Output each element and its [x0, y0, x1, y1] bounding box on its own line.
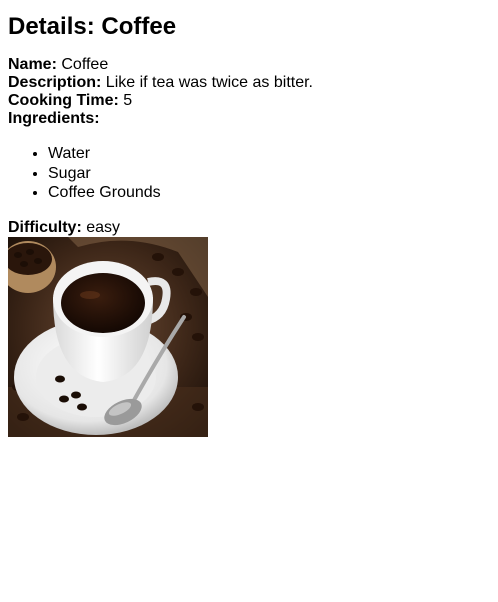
cooking-time-row: Cooking Time: 5: [8, 92, 490, 110]
ingredient-item: Coffee Grounds: [48, 183, 490, 203]
ingredients-row: Ingredients:: [8, 110, 490, 128]
name-row: Name: Coffee: [8, 56, 490, 74]
description-label: Description:: [8, 74, 102, 91]
name-label: Name:: [8, 56, 57, 73]
page-title: Details: Coffee: [8, 13, 490, 41]
ingredients-label: Ingredients:: [8, 110, 100, 127]
cooking-time-value: 5: [123, 92, 133, 109]
description-value: Like if tea was twice as bitter.: [105, 74, 313, 91]
ingredient-item: Water: [48, 144, 490, 164]
difficulty-row: Difficulty: easy: [8, 219, 490, 237]
name-value: Coffee: [61, 56, 109, 73]
recipe-details-page: Details: Coffee Name: Coffee Description…: [0, 13, 498, 437]
ingredients-list: Water Sugar Coffee Grounds: [8, 144, 490, 203]
ingredient-item: Sugar: [48, 164, 490, 184]
cooking-time-label: Cooking Time:: [8, 92, 119, 109]
description-row: Description: Like if tea was twice as bi…: [8, 74, 490, 92]
difficulty-value: easy: [86, 218, 121, 236]
coffee-cup-photo: [8, 236, 208, 437]
page-title-text: Details: Coffee: [8, 13, 177, 40]
difficulty-label: Difficulty:: [8, 218, 82, 236]
